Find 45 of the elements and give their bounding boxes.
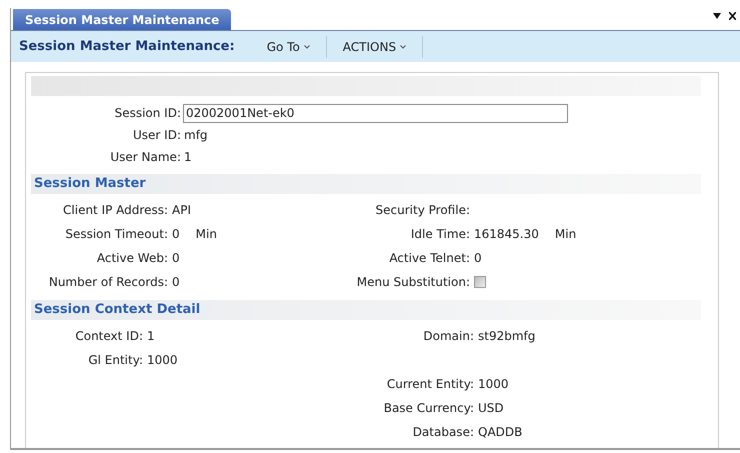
field-label: Security Profile: (376, 202, 470, 219)
field-label: Menu Substitution: (356, 274, 470, 291)
field-label: Domain: (423, 328, 474, 345)
field-value: 161845.30 (474, 226, 539, 243)
menu-button[interactable]: ACTIONS (326, 36, 424, 58)
field-label: Gl Entity: (88, 352, 143, 369)
field-label: Session Timeout: (65, 226, 168, 243)
field-value: 1000 (147, 352, 178, 369)
field-label: User Name: (110, 149, 181, 166)
field-label: Client IP Address: (63, 202, 168, 219)
section-title: Session Context Detail (34, 301, 200, 320)
window-tab[interactable]: Session Master Maintenance (13, 9, 232, 30)
field-value: QADDB (478, 424, 522, 441)
caret-icon (304, 44, 310, 48)
field-label: Database: (412, 424, 474, 441)
close-icon[interactable] (729, 12, 736, 20)
field-label: User ID: (133, 127, 181, 144)
field-value: USD (478, 400, 504, 417)
field-label: Number of Records: (48, 274, 168, 291)
field-label: Base Currency: (384, 400, 474, 417)
field-value: st92bmfg (478, 328, 536, 345)
checkbox[interactable] (474, 276, 486, 288)
page-title: Session Master Maintenance: (19, 38, 235, 56)
field-value: 1 (184, 149, 192, 166)
unit-label: Min (554, 226, 576, 243)
field-label: Active Telnet: (389, 250, 470, 267)
menu-button[interactable]: Go To (250, 36, 327, 58)
field-value: 1 (147, 328, 155, 345)
field-value: 1000 (478, 376, 509, 393)
field-label: Active Web: (96, 250, 168, 267)
field-value: API (172, 202, 191, 219)
field-label: Context ID: (75, 328, 143, 345)
section-title: Session Master (34, 175, 146, 194)
input-field[interactable]: 02002001Net-ek0 (183, 104, 568, 122)
field-value: 0 (172, 226, 180, 243)
field-value: 0 (474, 250, 482, 267)
field-value: mfg (184, 127, 208, 144)
field-label: Current Entity: (386, 376, 474, 393)
field-value: 0 (172, 250, 180, 267)
dropdown-icon[interactable] (713, 13, 721, 19)
caret-icon (400, 44, 406, 48)
field-label: Idle Time: (410, 226, 470, 243)
field-value: 0 (172, 274, 180, 291)
field-label: Session ID: (114, 105, 181, 122)
unit-label: Min (196, 226, 217, 243)
